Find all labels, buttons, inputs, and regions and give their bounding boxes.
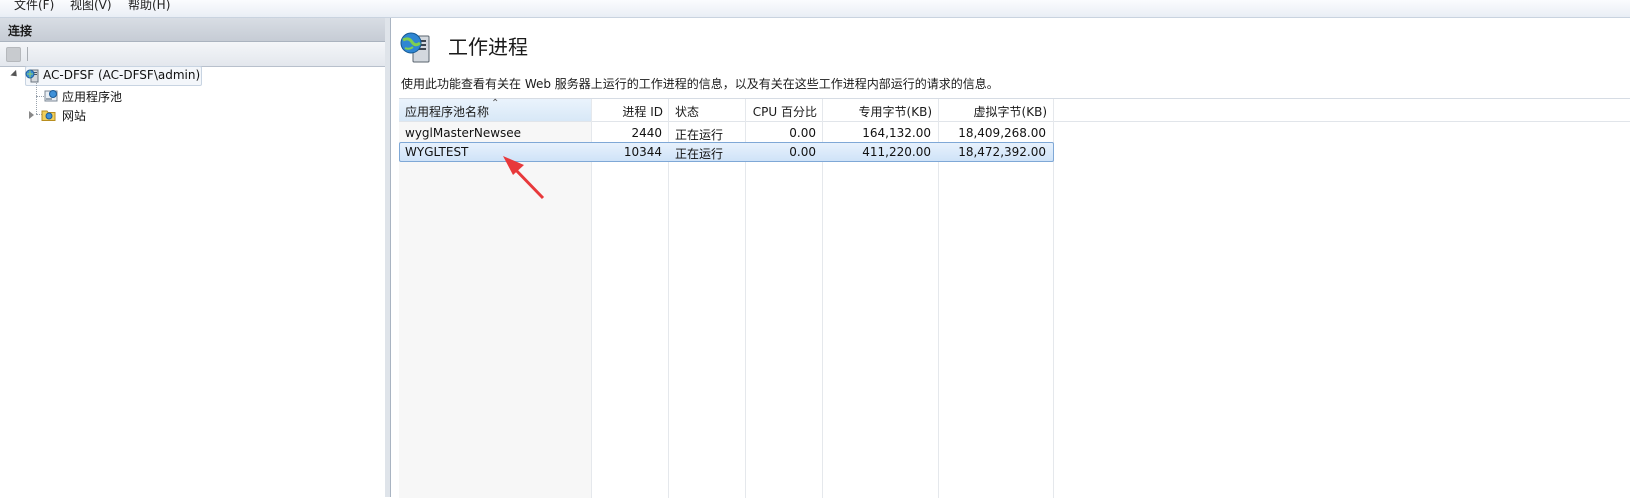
worker-process-grid: ⌃ 应用程序池名称 进程 ID 状态 CPU 百分比 专用字节(KB) 虚拟字节… [399, 98, 1630, 498]
column-header-cpu[interactable]: CPU 百分比 [747, 103, 817, 120]
grid-header: ⌃ 应用程序池名称 进程 ID 状态 CPU 百分比 专用字节(KB) 虚拟字节… [399, 98, 1630, 122]
sites-folder-icon [41, 110, 56, 121]
cell-virtual-bytes: 18,409,268.00 [958, 126, 1046, 140]
tree-label-sites: 网站 [62, 109, 87, 123]
page-description: 使用此功能查看有关在 Web 服务器上运行的工作进程的信息，以及有关在这些工作进… [401, 77, 999, 91]
cell-private-bytes: 411,220.00 [862, 145, 931, 159]
table-row[interactable]: wyglMasterNewsee 2440 正在运行 0.00 164,132.… [399, 123, 1054, 143]
worker-processes-page: 工作进程 使用此功能查看有关在 Web 服务器上运行的工作进程的信息，以及有关在… [391, 18, 1630, 498]
menu-view[interactable]: 视图(V) [70, 0, 112, 13]
cell-status: 正在运行 [675, 147, 724, 161]
cell-status: 正在运行 [675, 128, 724, 142]
expand-arrow-icon[interactable] [10, 69, 20, 80]
cell-pid: 10344 [623, 145, 662, 159]
connect-icon[interactable] [6, 47, 21, 62]
cell-pool: wyglMasterNewsee [405, 126, 522, 140]
cell-private-bytes: 164,132.00 [862, 126, 931, 140]
menu-bar: 文件(F) 视图(V) 帮助(H) [0, 0, 1630, 18]
column-header-pool[interactable]: 应用程序池名称 [405, 103, 489, 120]
column-header-pid[interactable]: 进程 ID [599, 103, 663, 120]
sort-ascending-icon: ⌃ [491, 98, 500, 109]
app-pool-icon [44, 90, 58, 102]
table-row-selected[interactable]: WYGLTEST 10344 正在运行 0.00 411,220.00 18,4… [399, 142, 1054, 162]
menu-help[interactable]: 帮助(H) [128, 0, 170, 13]
tree-node-app-pools[interactable]: 应用程序池 [44, 87, 194, 105]
cell-cpu: 0.00 [789, 126, 816, 140]
column-header-status[interactable]: 状态 [675, 103, 699, 120]
tree-label-server: AC-DFSF (AC-DFSF\admin) [43, 68, 201, 82]
connections-toolbar [0, 42, 385, 67]
menu-file[interactable]: 文件(F) [14, 0, 54, 13]
page-title: 工作进程 [448, 35, 528, 59]
expand-arrow-icon[interactable] [29, 111, 34, 119]
cell-cpu: 0.00 [789, 145, 816, 159]
tree-label-app-pools: 应用程序池 [62, 90, 123, 104]
connections-title: 连接 [8, 24, 33, 38]
worker-processes-icon [400, 32, 430, 63]
tree-node-sites[interactable]: 网站 [28, 106, 178, 124]
cell-pid: 2440 [631, 126, 662, 140]
server-icon [25, 69, 39, 83]
connections-header: 连接 [0, 18, 385, 42]
first-column-background [399, 122, 591, 498]
toolbar-separator [27, 47, 28, 61]
cell-pool: WYGLTEST [405, 145, 469, 159]
cell-virtual-bytes: 18,472,392.00 [958, 145, 1046, 159]
tree-node-server[interactable]: AC-DFSF (AC-DFSF\admin) [8, 66, 208, 86]
column-header-private-bytes[interactable]: 专用字节(KB) [824, 103, 932, 120]
column-header-virtual-bytes[interactable]: 虚拟字节(KB) [939, 103, 1047, 120]
